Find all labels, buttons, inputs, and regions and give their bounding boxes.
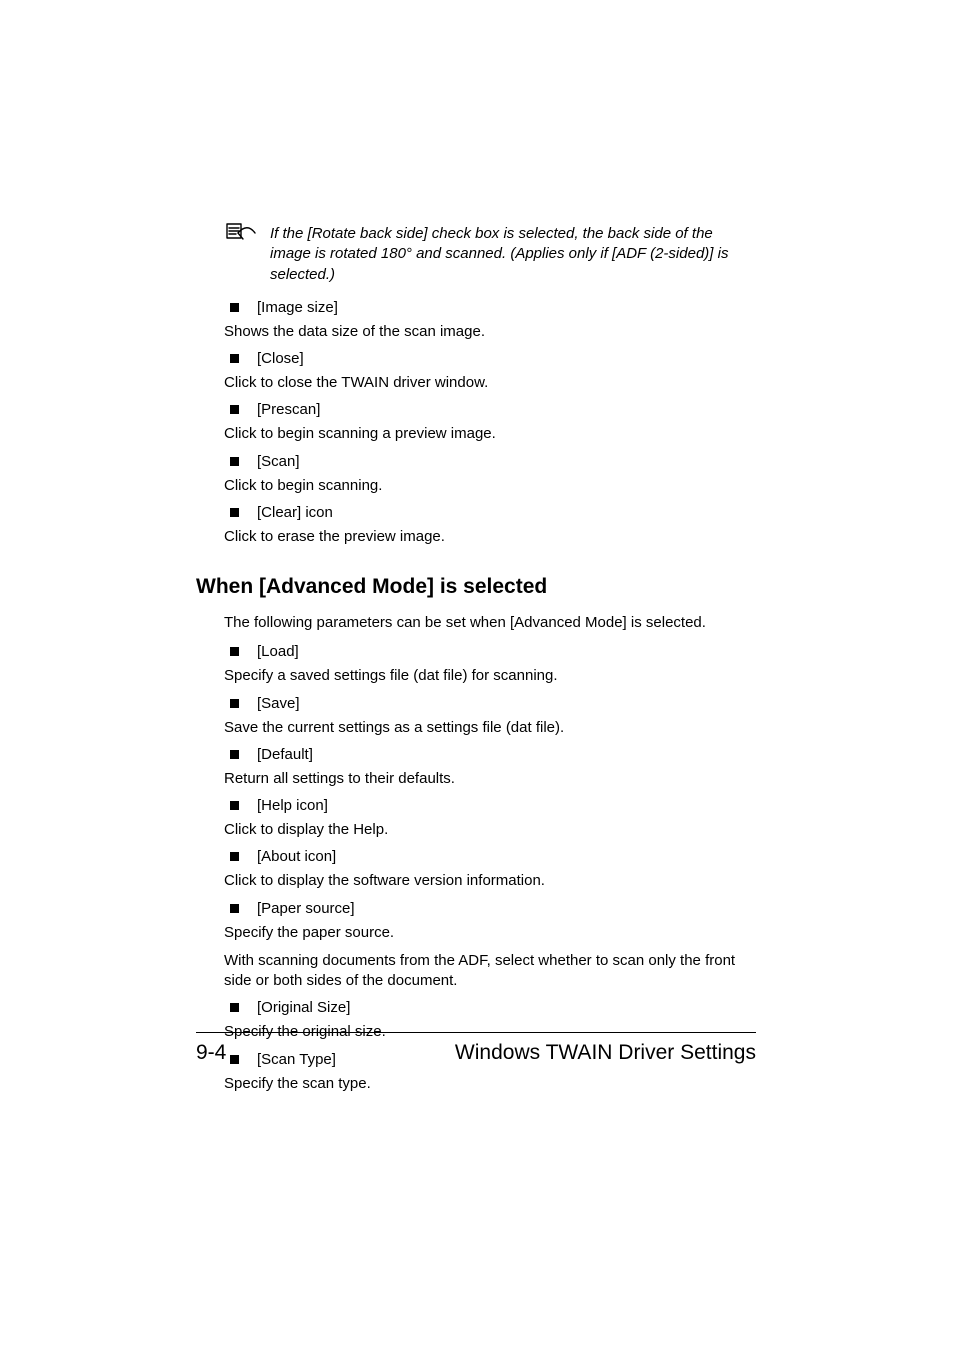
note-text: If the [Rotate back side] check box is s… [270,224,754,285]
bullet-label: [Clear] icon [257,504,333,521]
bullet-item: [Load] [224,643,754,660]
bullet-description: Save the current settings as a settings … [224,718,754,738]
bullet-description-extra: With scanning documents from the ADF, se… [224,951,754,992]
bullet-description: Click to display the Help. [224,820,754,840]
bullet-label: [About icon] [257,848,336,865]
square-bullet-icon [230,699,239,708]
content-area: If the [Rotate back side] check box is s… [224,224,754,1102]
bullet-label: [Default] [257,746,313,763]
bullet-item: [Clear] icon [224,504,754,521]
page-footer: 9-4 Windows TWAIN Driver Settings [196,1032,756,1065]
bullet-label: [Help icon] [257,797,328,814]
bullet-item: [Original Size] [224,999,754,1016]
section-intro: The following parameters can be set when… [224,613,754,633]
bullet-label: [Original Size] [257,999,350,1016]
bullet-label: [Paper source] [257,900,355,917]
bullet-label: [Load] [257,643,299,660]
note-icon [224,220,258,247]
bullet-item: [Prescan] [224,401,754,418]
square-bullet-icon [230,354,239,363]
bullet-description: Click to display the software version in… [224,871,754,891]
bullet-description: Click to erase the preview image. [224,527,754,547]
bullet-description: Return all settings to their defaults. [224,769,754,789]
bullet-description: Specify the paper source. [224,923,754,943]
section1-list: [Image size] Shows the data size of the … [224,299,754,547]
square-bullet-icon [230,750,239,759]
bullet-description: Click to begin scanning a preview image. [224,424,754,444]
footer-title: Windows TWAIN Driver Settings [455,1041,756,1065]
bullet-item: [Default] [224,746,754,763]
square-bullet-icon [230,904,239,913]
note-block: If the [Rotate back side] check box is s… [224,224,754,285]
square-bullet-icon [230,303,239,312]
bullet-description: Click to begin scanning. [224,476,754,496]
bullet-item: [Help icon] [224,797,754,814]
bullet-item: [About icon] [224,848,754,865]
bullet-label: [Save] [257,695,300,712]
page-number: 9-4 [196,1041,226,1065]
square-bullet-icon [230,801,239,810]
bullet-description: Shows the data size of the scan image. [224,322,754,342]
bullet-item: [Image size] [224,299,754,316]
section2-list: [Load] Specify a saved settings file (da… [224,643,754,1094]
square-bullet-icon [230,647,239,656]
section-heading: When [Advanced Mode] is selected [196,575,754,599]
bullet-label: [Image size] [257,299,338,316]
bullet-description: Specify a saved settings file (dat file)… [224,666,754,686]
bullet-label: [Scan] [257,453,300,470]
bullet-item: [Scan] [224,453,754,470]
bullet-item: [Close] [224,350,754,367]
bullet-item: [Save] [224,695,754,712]
footer-rule [196,1032,756,1033]
bullet-label: [Close] [257,350,304,367]
footer-row: 9-4 Windows TWAIN Driver Settings [196,1041,756,1065]
square-bullet-icon [230,508,239,517]
bullet-description: Specify the scan type. [224,1074,754,1094]
bullet-description: Click to close the TWAIN driver window. [224,373,754,393]
bullet-item: [Paper source] [224,900,754,917]
square-bullet-icon [230,1003,239,1012]
bullet-label: [Prescan] [257,401,320,418]
square-bullet-icon [230,405,239,414]
square-bullet-icon [230,457,239,466]
document-page: If the [Rotate back side] check box is s… [0,0,954,1350]
square-bullet-icon [230,852,239,861]
